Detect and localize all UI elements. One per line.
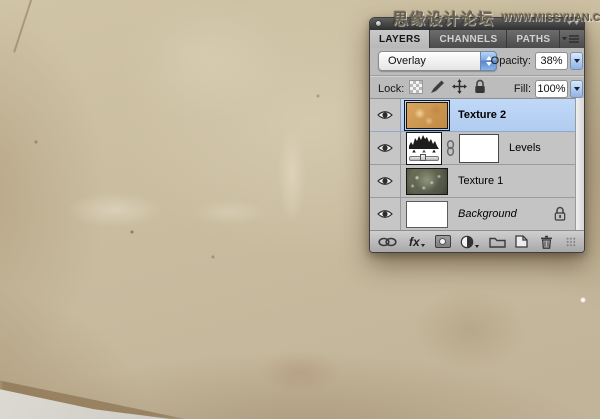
- locked-layer-padlock-icon: [554, 206, 566, 221]
- panel-menu-icon: [562, 34, 579, 44]
- eye-icon: [377, 176, 393, 186]
- layer-name[interactable]: Levels: [509, 142, 541, 154]
- separator: [370, 75, 584, 77]
- layer-name[interactable]: Background: [458, 208, 517, 220]
- lock-pixels-brush-icon[interactable]: [430, 80, 445, 94]
- layer-row-texture-1[interactable]: Texture 1: [370, 165, 584, 198]
- new-layer-button[interactable]: [515, 235, 528, 248]
- opacity-label: Opacity:: [488, 55, 531, 67]
- eye-icon: [377, 110, 393, 120]
- paper-crack: [13, 0, 33, 53]
- chevron-down-icon: [421, 244, 425, 247]
- fx-icon: fx: [409, 236, 420, 248]
- levels-adjustment-thumbnail[interactable]: [406, 132, 442, 165]
- add-layer-mask-icon: [435, 235, 451, 248]
- tab-paths[interactable]: PATHS: [507, 30, 560, 48]
- blend-mode-value: Overlay: [388, 55, 426, 67]
- layer-mask-thumbnail[interactable]: [459, 134, 499, 163]
- layer-thumbnail[interactable]: [406, 168, 448, 195]
- chevron-down-icon: [475, 245, 479, 248]
- opacity-input[interactable]: 38%: [535, 52, 568, 70]
- panel-titlebar[interactable]: [370, 18, 584, 30]
- opacity-slider-button[interactable]: [570, 52, 583, 70]
- new-group-button[interactable]: [489, 236, 506, 248]
- layer-list-scrollbar[interactable]: [575, 98, 584, 230]
- layer-name[interactable]: Texture 2: [458, 109, 506, 121]
- tab-channels[interactable]: CHANNELS: [430, 30, 507, 48]
- layer-row-content[interactable]: Texture 1: [401, 165, 584, 197]
- tab-layers[interactable]: LAYERS: [370, 30, 430, 48]
- slider-knob: [420, 154, 426, 161]
- trash-icon: [540, 235, 553, 249]
- layer-list: Texture 2: [370, 98, 584, 231]
- histogram-icon: [409, 133, 439, 153]
- levels-slider: [409, 154, 439, 161]
- visibility-toggle[interactable]: [370, 99, 401, 131]
- delete-layer-button[interactable]: [540, 235, 553, 249]
- mask-link-chain-icon[interactable]: [446, 140, 455, 156]
- new-adjustment-layer-button[interactable]: [460, 235, 479, 249]
- lock-position-move-icon[interactable]: [452, 79, 467, 94]
- layer-thumbnail[interactable]: [406, 102, 448, 129]
- visibility-toggle[interactable]: [370, 132, 401, 164]
- layer-row-content[interactable]: Background: [401, 198, 584, 230]
- lock-buttons: [409, 79, 486, 94]
- layer-row-levels[interactable]: Levels: [370, 132, 584, 165]
- eye-icon: [377, 209, 393, 219]
- link-layers-icon: [378, 237, 397, 247]
- visibility-toggle[interactable]: [370, 198, 401, 230]
- chevron-down-icon: [574, 59, 580, 63]
- lock-label: Lock:: [378, 83, 404, 95]
- layer-name[interactable]: Texture 1: [458, 175, 503, 187]
- blend-mode-dropdown[interactable]: Overlay: [378, 51, 497, 71]
- folder-icon: [489, 236, 506, 248]
- lock-transparency-icon[interactable]: [409, 80, 423, 94]
- panel-tabbar: LAYERS CHANNELS PATHS: [370, 30, 584, 48]
- fill-label: Fill:: [488, 83, 531, 95]
- collapse-icon[interactable]: [567, 21, 579, 27]
- link-layers-button[interactable]: [378, 237, 397, 247]
- lock-all-padlock-icon[interactable]: [474, 79, 486, 94]
- fill-slider-button[interactable]: [570, 80, 583, 98]
- layer-row-content[interactable]: Texture 2: [401, 99, 584, 131]
- layer-row-content[interactable]: Levels: [401, 132, 584, 164]
- layers-panel: LAYERS CHANNELS PATHS Overlay Opacity: 3…: [369, 17, 585, 253]
- visibility-toggle[interactable]: [370, 165, 401, 197]
- adjustment-layer-icon: [460, 235, 474, 249]
- chevron-down-icon: [574, 87, 580, 91]
- close-button[interactable]: [375, 20, 382, 27]
- new-layer-icon: [515, 235, 528, 248]
- fill-input[interactable]: 100%: [535, 80, 568, 98]
- panel-body: Overlay Opacity: 38% Lock:: [370, 48, 584, 252]
- eye-icon: [377, 143, 393, 153]
- layer-thumbnail[interactable]: [406, 201, 448, 228]
- layer-row-background[interactable]: Background: [370, 198, 584, 231]
- layer-style-button[interactable]: fx: [409, 236, 425, 248]
- panel-resize-grip[interactable]: [566, 237, 576, 247]
- add-layer-mask-button[interactable]: [435, 235, 451, 248]
- panel-footer: fx: [370, 230, 584, 252]
- layer-row-texture-2[interactable]: Texture 2: [370, 99, 584, 132]
- panel-menu-button[interactable]: [562, 30, 584, 48]
